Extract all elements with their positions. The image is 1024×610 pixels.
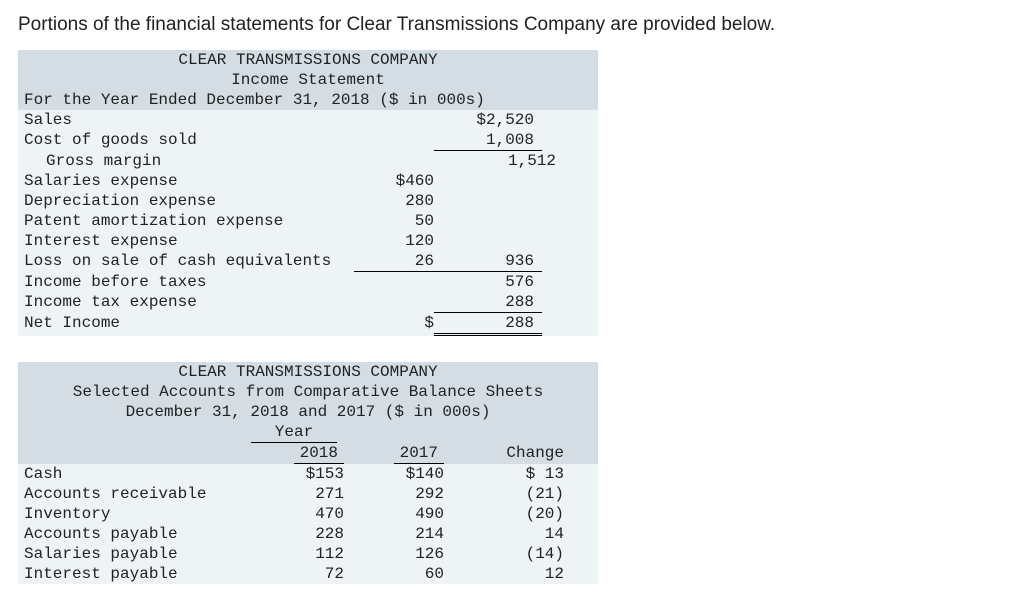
label: Loss on sale of cash equivalents — [24, 251, 354, 272]
val-2017: 292 — [344, 484, 444, 504]
value: 288 — [434, 292, 542, 313]
value: 50 — [354, 211, 434, 231]
row-label: Inventory — [24, 504, 244, 524]
row-depreciation-expense: Depreciation expense 280 — [18, 191, 598, 211]
row-net-income: Net Income $ 288 — [18, 313, 598, 336]
row-label: Salaries payable — [24, 544, 244, 564]
row-label: Interest payable — [24, 564, 244, 584]
col-2018: 2018 — [244, 443, 344, 464]
stmt2-title: Selected Accounts from Comparative Balan… — [18, 382, 598, 402]
value: 26 — [354, 251, 434, 272]
stmt2-company: CLEAR TRANSMISSIONS COMPANY — [18, 362, 598, 382]
value: 280 — [354, 191, 434, 211]
value: 1,008 — [434, 130, 542, 151]
stmt1-period: For the Year Ended December 31, 2018 ($ … — [18, 90, 598, 110]
value: 576 — [434, 272, 542, 292]
val-2018: 228 — [244, 524, 344, 544]
value: 120 — [354, 231, 434, 251]
row-gross-margin: Gross margin 1,512 — [18, 151, 598, 171]
stmt1-period-text: For the Year Ended December 31, 2018 ($ … — [24, 90, 592, 110]
val-2017: $140 — [344, 464, 444, 484]
val-2018: 72 — [244, 564, 344, 584]
col-change: Change — [444, 443, 572, 464]
label: Net Income — [24, 313, 354, 336]
label: Sales — [24, 110, 354, 130]
intro-text: Portions of the financial statements for… — [18, 14, 1006, 36]
val-change: (14) — [444, 544, 572, 564]
stmt2-year-row: Year — [18, 422, 598, 443]
value: 288 — [434, 313, 542, 336]
row-sales: Sales $2,520 — [18, 110, 598, 130]
label: Patent amortization expense — [24, 211, 354, 231]
table-row: Accounts payable22821414 — [18, 524, 598, 544]
row-cogs: Cost of goods sold 1,008 — [18, 130, 598, 151]
label: Salaries expense — [24, 171, 354, 191]
label: Income tax expense — [24, 292, 354, 313]
row-income-before-taxes: Income before taxes 576 — [18, 272, 598, 292]
row-label: Cash — [24, 464, 244, 484]
val-2018: $153 — [244, 464, 344, 484]
val-2017: 126 — [344, 544, 444, 564]
val-change: (20) — [444, 504, 572, 524]
row-label: Accounts payable — [24, 524, 244, 544]
table-row: Interest payable726012 — [18, 564, 598, 584]
stmt1-company: CLEAR TRANSMISSIONS COMPANY — [18, 50, 598, 70]
val-2017: 214 — [344, 524, 444, 544]
label: Interest expense — [24, 231, 354, 251]
stmt1-title: Income Statement — [18, 70, 598, 90]
val-change: $ 13 — [444, 464, 572, 484]
stmt2-period: December 31, 2018 and 2017 ($ in 000s) — [18, 402, 598, 422]
table-row: Accounts receivable271292(21) — [18, 484, 598, 504]
year-header: Year — [251, 422, 337, 443]
row-salaries-expense: Salaries expense $460 — [18, 171, 598, 191]
val-2017: 490 — [344, 504, 444, 524]
label: Income before taxes — [24, 272, 354, 292]
value: $2,520 — [434, 110, 542, 130]
row-interest-expense: Interest expense 120 — [18, 231, 598, 251]
val-2018: 112 — [244, 544, 344, 564]
label: Depreciation expense — [24, 191, 354, 211]
income-statement-block: CLEAR TRANSMISSIONS COMPANY Income State… — [18, 50, 598, 336]
table-row: Salaries payable112126(14) — [18, 544, 598, 564]
label: Gross margin — [24, 151, 376, 171]
label: Cost of goods sold — [24, 130, 354, 151]
value: 1,512 — [456, 151, 564, 171]
table-row: Inventory470490(20) — [18, 504, 598, 524]
val-2018: 470 — [244, 504, 344, 524]
stmt2-col-headers: 2018 2017 Change — [18, 443, 598, 464]
row-label: Accounts receivable — [24, 484, 244, 504]
table-row: Cash$153$140$ 13 — [18, 464, 598, 484]
balance-sheet-block: CLEAR TRANSMISSIONS COMPANY Selected Acc… — [18, 362, 598, 584]
col-2017: 2017 — [344, 443, 444, 464]
val-2017: 60 — [344, 564, 444, 584]
val-2018: 271 — [244, 484, 344, 504]
row-loss-on-sale: Loss on sale of cash equivalents 26 936 — [18, 251, 598, 272]
val-change: 14 — [444, 524, 572, 544]
val-change: (21) — [444, 484, 572, 504]
row-income-tax-expense: Income tax expense 288 — [18, 292, 598, 313]
val-change: 12 — [444, 564, 572, 584]
total: 936 — [434, 251, 542, 272]
currency-symbol: $ — [354, 313, 434, 336]
row-patent-amort: Patent amortization expense 50 — [18, 211, 598, 231]
value: $460 — [354, 171, 434, 191]
